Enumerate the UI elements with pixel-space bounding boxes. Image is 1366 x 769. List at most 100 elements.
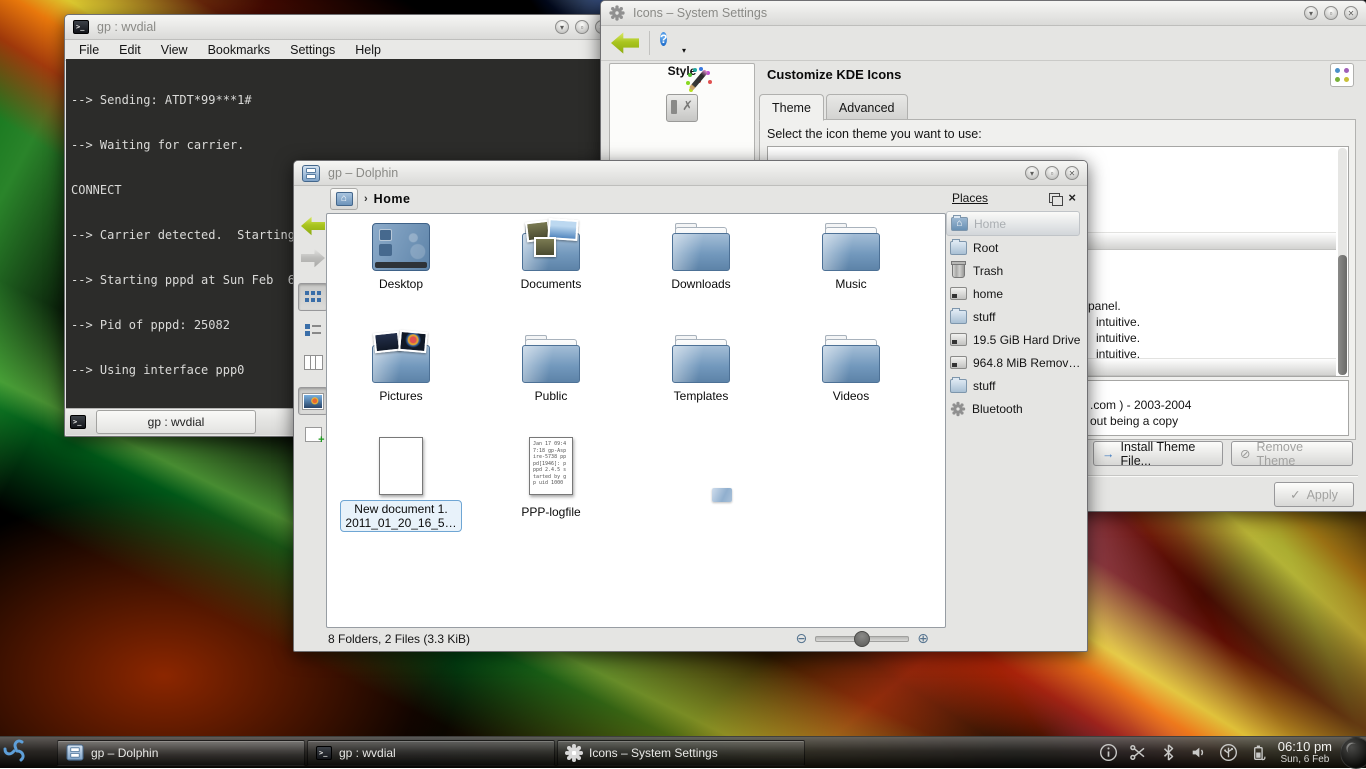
place-stuff-2[interactable]: stuff bbox=[946, 374, 1080, 397]
folder-icon bbox=[822, 223, 880, 271]
clock[interactable]: 06:10 pm Sun, 6 Feb bbox=[1278, 740, 1332, 765]
forward-button[interactable] bbox=[299, 245, 327, 271]
place-home-partition[interactable]: home bbox=[946, 282, 1080, 305]
folder-icon bbox=[950, 379, 967, 393]
system-settings-toolbar: ? ▾ bbox=[601, 26, 1366, 61]
home-icon bbox=[336, 192, 353, 206]
folder-item-templates[interactable]: Templates bbox=[631, 335, 771, 403]
zoom-out-icon[interactable]: ⊖ bbox=[796, 630, 808, 647]
zoom-slider[interactable] bbox=[815, 636, 909, 642]
menu-bookmarks[interactable]: Bookmarks bbox=[208, 43, 271, 57]
apply-button[interactable]: ✓ Apply bbox=[1274, 482, 1354, 507]
folder-icon bbox=[522, 335, 580, 383]
minimize-button[interactable]: ▾ bbox=[1304, 6, 1318, 20]
place-stuff[interactable]: stuff bbox=[946, 305, 1080, 328]
maximize-button[interactable]: ▫ bbox=[1324, 6, 1338, 20]
columns-view-button[interactable] bbox=[299, 349, 327, 375]
remove-theme-button[interactable]: ⊘ Remove Theme bbox=[1231, 441, 1353, 466]
place-home[interactable]: Home bbox=[946, 211, 1080, 236]
file-item-new-document[interactable]: New document 1. 2011_01_20_16_5… bbox=[331, 437, 471, 532]
back-button[interactable] bbox=[611, 32, 639, 55]
dolphin-titlebar[interactable]: gp – Dolphin ▾ ▫ ✕ bbox=[294, 161, 1087, 186]
task-system-settings[interactable]: Icons – System Settings bbox=[557, 740, 805, 766]
scrollbar-thumb[interactable] bbox=[1338, 255, 1347, 375]
task-terminal[interactable]: gp : wvdial bbox=[307, 740, 555, 766]
notifications-info-icon[interactable] bbox=[1099, 743, 1118, 762]
folder-item-videos[interactable]: Videos bbox=[781, 335, 921, 403]
minimize-button[interactable]: ▾ bbox=[555, 20, 569, 34]
zoom-slider-handle[interactable] bbox=[854, 631, 870, 647]
terminal-icon bbox=[70, 415, 86, 429]
folder-item-pictures[interactable]: Pictures bbox=[331, 335, 471, 403]
close-button[interactable]: ✕ bbox=[1344, 6, 1358, 20]
dolphin-side-toolbar bbox=[298, 213, 328, 453]
folder-item-documents[interactable]: Documents bbox=[481, 223, 621, 291]
place-hard-drive[interactable]: 19.5 GiB Hard Drive bbox=[946, 328, 1080, 351]
folder-item-music[interactable]: Music bbox=[781, 223, 921, 291]
selected-file-label: New document 1. 2011_01_20_16_5… bbox=[340, 500, 461, 532]
terminal-titlebar[interactable]: gp : wvdial ▾ ▫ ✕ bbox=[65, 15, 617, 40]
category-style[interactable]: Style bbox=[610, 64, 754, 78]
split-view-button[interactable] bbox=[299, 421, 327, 447]
maximize-button[interactable]: ▫ bbox=[575, 20, 589, 34]
clock-date: Sun, 6 Feb bbox=[1278, 754, 1332, 765]
maximize-button[interactable]: ▫ bbox=[1045, 166, 1059, 180]
settings-tabs: Theme Advanced bbox=[759, 94, 910, 121]
help-button[interactable]: ? ▾ bbox=[660, 30, 686, 56]
place-bluetooth[interactable]: Bluetooth bbox=[946, 397, 1080, 420]
clipboard-scissors-icon[interactable] bbox=[1129, 743, 1148, 762]
gear-icon bbox=[568, 747, 580, 759]
usb-device-notifier-icon[interactable] bbox=[1219, 743, 1238, 762]
menu-help[interactable]: Help bbox=[355, 43, 381, 57]
folder-item-desktop[interactable]: Desktop bbox=[331, 223, 471, 291]
mouse-cursor bbox=[712, 488, 732, 502]
terminal-tab[interactable]: gp : wvdial bbox=[96, 410, 256, 434]
bluetooth-icon[interactable] bbox=[1159, 743, 1178, 762]
category-hardware[interactable] bbox=[666, 94, 698, 122]
menu-file[interactable]: File bbox=[79, 43, 99, 57]
folder-item-public[interactable]: Public bbox=[481, 335, 621, 403]
breadcrumb-current[interactable]: Home bbox=[374, 192, 411, 206]
drive-icon bbox=[950, 356, 967, 369]
system-settings-titlebar[interactable]: Icons – System Settings ▾ ▫ ✕ bbox=[601, 1, 1366, 26]
task-dolphin[interactable]: gp – Dolphin bbox=[57, 740, 305, 766]
icons-view-button[interactable] bbox=[298, 283, 328, 311]
close-panel-icon[interactable]: × bbox=[1068, 193, 1076, 203]
desktop-folder-icon bbox=[372, 223, 430, 271]
float-panel-icon[interactable] bbox=[1049, 193, 1060, 203]
new-tab-button[interactable] bbox=[66, 412, 90, 432]
terminal-icon bbox=[316, 746, 332, 760]
menu-edit[interactable]: Edit bbox=[119, 43, 141, 57]
back-button[interactable] bbox=[299, 213, 327, 239]
system-tray bbox=[1099, 743, 1268, 762]
details-view-button[interactable] bbox=[299, 317, 327, 343]
menu-settings[interactable]: Settings bbox=[290, 43, 335, 57]
theme-list-text: panel. bbox=[1088, 299, 1121, 313]
breadcrumb-home-button[interactable] bbox=[330, 188, 358, 210]
menu-view[interactable]: View bbox=[161, 43, 188, 57]
place-trash[interactable]: Trash bbox=[946, 259, 1080, 282]
overview-icon[interactable] bbox=[1330, 63, 1354, 87]
preview-button[interactable] bbox=[298, 387, 328, 415]
install-theme-button[interactable]: → Install Theme File... bbox=[1093, 441, 1223, 466]
import-icon: → bbox=[1102, 447, 1115, 461]
tab-theme[interactable]: Theme bbox=[759, 94, 824, 121]
terminal-line: --> Sending: ATDT*99***1# bbox=[71, 93, 616, 108]
launcher-button[interactable] bbox=[3, 737, 29, 768]
tab-advanced[interactable]: Advanced bbox=[826, 94, 908, 121]
minimize-button[interactable]: ▾ bbox=[1025, 166, 1039, 180]
volume-icon[interactable] bbox=[1189, 743, 1208, 762]
place-removable[interactable]: 964.8 MiB Remov… bbox=[946, 351, 1080, 374]
panel-cashew-icon[interactable] bbox=[1340, 737, 1366, 769]
close-button[interactable]: ✕ bbox=[1065, 166, 1079, 180]
file-item-ppp-logfile[interactable]: Jan 17 09:47:18 gp-Aspire-5738 pppd[1946… bbox=[481, 437, 621, 519]
battery-power-icon[interactable] bbox=[1249, 743, 1268, 762]
terminal-icon bbox=[73, 20, 89, 34]
place-root[interactable]: Root bbox=[946, 236, 1080, 259]
dolphin-window: gp – Dolphin ▾ ▫ ✕ › Home Desktop Docume bbox=[293, 160, 1088, 652]
folder-item-downloads[interactable]: Downloads bbox=[631, 223, 771, 291]
folder-icon bbox=[522, 223, 580, 271]
zoom-in-icon[interactable]: ⊕ bbox=[917, 630, 929, 647]
theme-select-prompt: Select the icon theme you want to use: bbox=[767, 127, 982, 141]
icons-view-icon bbox=[305, 291, 321, 303]
